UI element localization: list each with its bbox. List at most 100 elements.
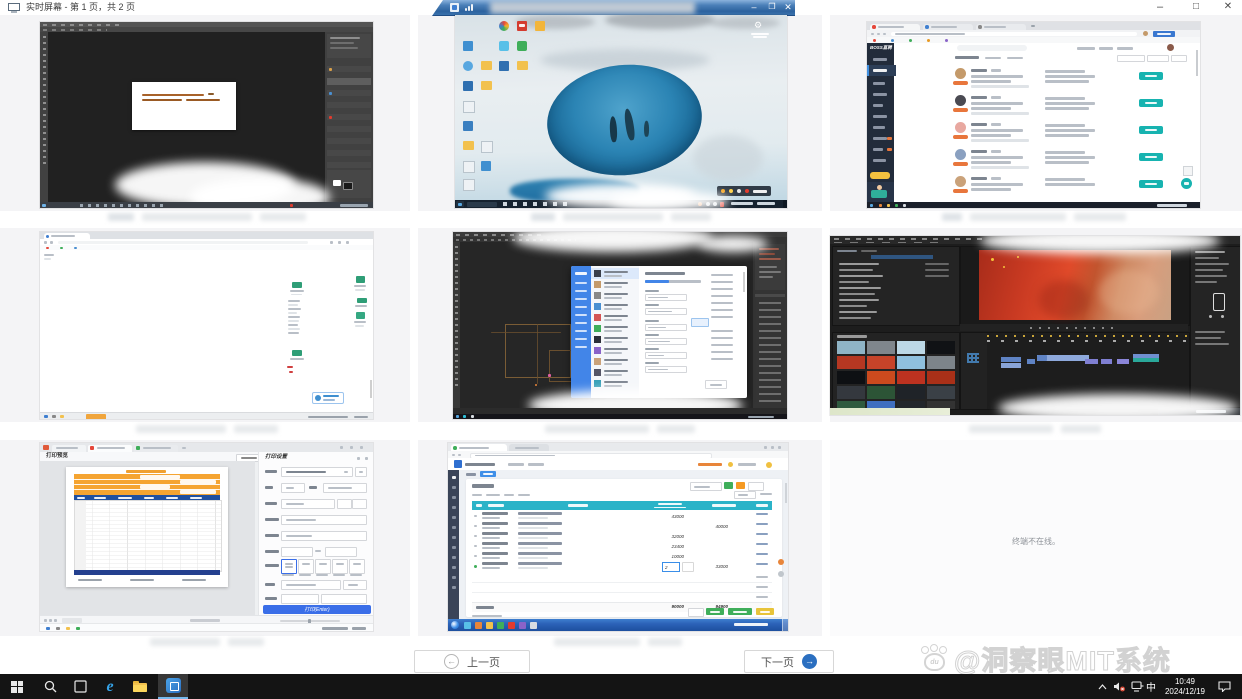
search-icon[interactable] [36,674,64,699]
internet-explorer-icon[interactable]: e [96,674,124,699]
flow-node [292,350,302,356]
boss-logo: BOSS直聘 [870,46,892,51]
file-explorer-icon[interactable] [126,674,154,699]
speaker-muted-icon[interactable] [1110,674,1128,699]
task-view-icon[interactable] [66,674,94,699]
thumbnail-caption [453,425,787,433]
next-page-label: 下一页 [761,654,794,670]
remote-taskbar [40,412,373,419]
map-widget [312,392,344,404]
windows-taskbar: e [0,674,1242,699]
amount-cell: 33000 [688,565,728,570]
app-close-button[interactable]: ✕ [1218,2,1238,12]
project-panel [832,246,960,326]
content-card: 43000 40000 32000 23400 10000 33000 2 90… [466,479,782,617]
amount-cell: 40000 [688,525,728,530]
thumb-diagram-page[interactable] [40,232,373,419]
blue-action-button[interactable] [480,471,496,477]
next-arrow-icon: → [802,654,817,669]
preview-image [979,250,1171,320]
preview-area [40,461,255,615]
phone-icon [1213,293,1225,311]
dialog-list [591,266,639,398]
print-button[interactable]: 打印(Enter) [263,605,371,614]
clip [1001,363,1021,368]
thumb-wps-print-preview[interactable]: 打印预览 [40,443,373,631]
sidebar-illustration [867,182,894,202]
clip [1101,359,1112,364]
scrollbar[interactable] [785,483,787,503]
focused-input[interactable]: 2 [662,562,680,572]
watermark: du @洞察眼MIT系统 [920,643,1242,673]
greet-button[interactable] [1139,126,1163,134]
iceberg-hole [542,57,708,183]
thumb-invoice-app[interactable]: 43000 40000 32000 23400 10000 33000 2 90… [448,443,788,631]
thumbnail-caption [455,213,787,221]
viewer-app-icon [450,3,459,12]
start-button[interactable] [0,674,34,699]
settings-dialog [571,266,747,398]
thumbnail-caption [40,638,373,646]
taskbar-time: 10:49 [1165,677,1205,687]
prev-arrow-icon: ← [444,654,459,669]
next-page-button[interactable]: 下一页 → [744,650,834,673]
promo-pill [870,172,890,179]
green-button[interactable] [728,608,752,615]
thumb-photoshop-desktop[interactable] [40,22,373,208]
effects-panel [1190,246,1240,408]
scrollbar[interactable] [370,380,372,398]
greet-button[interactable] [1139,99,1163,107]
clock[interactable]: 10:49 2024/12/19 [1158,674,1212,699]
monitor-icon [8,3,20,13]
remote-taskbar [453,414,787,419]
taskbar-date: 2024/12/19 [1165,687,1205,697]
print-button-label: 打印(Enter) [304,606,329,613]
total-cell: 90000 [644,605,684,610]
thumb-boss-zhipin[interactable]: BOSS直聘 [867,22,1200,208]
flow-node [356,276,365,283]
preview-page [66,467,228,587]
clip [1001,357,1021,362]
remote-taskbar [40,623,373,631]
thumb-video-editor[interactable] [830,236,1240,415]
amount-cell: 43000 [644,515,684,520]
thumbnail-caption [40,213,373,221]
thumb-cad-dialog[interactable] [453,232,787,419]
whale [644,121,649,137]
print-settings-panel: 打印设置 [258,452,373,615]
yellow-button[interactable] [756,608,774,615]
boss-sidebar: BOSS直聘 [867,43,894,202]
active-app-monitor-icon[interactable] [158,674,188,699]
viewer-close-button[interactable]: ✕ [782,3,794,12]
greet-button[interactable] [1139,180,1163,188]
prev-page-button[interactable]: ← 上一页 [414,650,530,673]
viewer-restore-button[interactable]: ❐ [766,3,778,11]
offline-message-wrap: 终端不在线。 [830,531,1242,549]
greet-button[interactable] [1139,153,1163,161]
media-panel [832,332,960,410]
viewer-minimize-button[interactable]: – [748,3,760,12]
print-preview-title: 打印预览 [46,454,68,460]
action-center-icon[interactable] [1212,674,1236,699]
clip [1027,359,1035,364]
chat-float-button[interactable] [1181,178,1192,189]
flow-node [356,312,365,319]
thumbnail-caption [448,638,788,646]
cancel-button[interactable] [688,608,704,617]
watermark-text: @洞察眼MIT系统 [954,639,1171,678]
amount-cell: 32000 [644,535,684,540]
dialog-sidebar [571,266,591,398]
app-minimize-button[interactable]: – [1150,2,1170,13]
green-button[interactable] [706,608,724,615]
greet-button[interactable] [1139,72,1163,80]
flow-node [292,282,302,288]
print-settings-title: 打印设置 [265,455,287,461]
tray-chevron-icon[interactable] [1094,674,1110,699]
clip [1133,358,1159,362]
thumbnail-caption [830,425,1240,433]
app-maximize-button[interactable]: □ [1186,2,1206,12]
thumb-iceberg-desktop[interactable]: ⚙ [455,15,787,208]
scrollbar[interactable] [1196,50,1198,76]
cad-right-panel [753,242,787,414]
remote-taskbar [448,619,788,631]
